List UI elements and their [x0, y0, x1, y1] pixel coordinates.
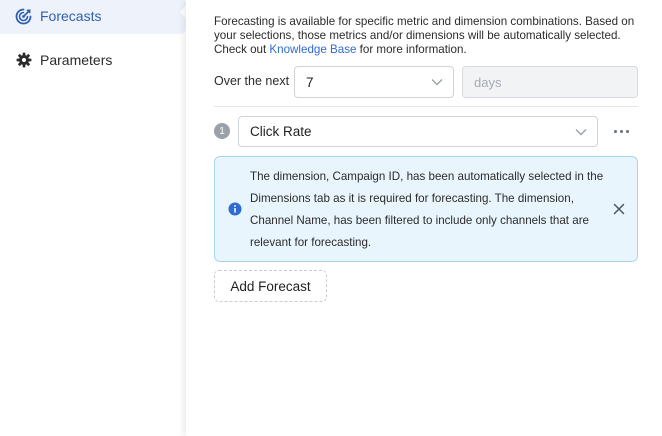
more-dot — [619, 129, 623, 133]
intro-text: Forecasting is available for specific me… — [214, 15, 644, 57]
gear-icon — [15, 52, 32, 69]
sidebar-item-forecasts[interactable]: Forecasts — [0, 0, 186, 34]
divider — [214, 106, 638, 107]
alert-message: The dimension, Campaign ID, has been aut… — [250, 170, 604, 249]
more-options-button[interactable] — [610, 122, 632, 140]
knowledge-base-link[interactable]: Knowledge Base — [269, 43, 356, 56]
sidebar: Forecasts Parameters — [0, 0, 187, 436]
horizon-value-select[interactable]: 7 — [294, 66, 454, 98]
sidebar-item-label: Forecasts — [40, 8, 102, 24]
forecast-icon — [15, 8, 32, 25]
intro-text-part: for more information. — [356, 43, 467, 56]
sidebar-item-parameters[interactable]: Parameters — [0, 42, 186, 78]
add-forecast-button[interactable]: Add Forecast — [214, 270, 327, 302]
metric-value: Click Rate — [250, 124, 312, 139]
horizon-unit-field[interactable]: days — [462, 66, 638, 98]
info-icon — [228, 202, 242, 216]
more-dot — [625, 129, 629, 133]
forecasts-panel: Forecasting is available for specific me… — [186, 0, 662, 436]
horizon-label: Over the next — [214, 74, 290, 88]
metric-select[interactable]: Click Rate — [238, 116, 598, 147]
chevron-down-icon — [575, 128, 587, 135]
chevron-down-icon — [431, 79, 443, 86]
close-icon[interactable] — [613, 203, 625, 215]
info-alert: The dimension, Campaign ID, has been aut… — [214, 156, 638, 262]
more-dot — [613, 129, 617, 133]
forecast-row-index: 1 — [214, 123, 230, 139]
sidebar-item-label: Parameters — [40, 52, 113, 68]
horizon-value: 7 — [306, 74, 314, 90]
